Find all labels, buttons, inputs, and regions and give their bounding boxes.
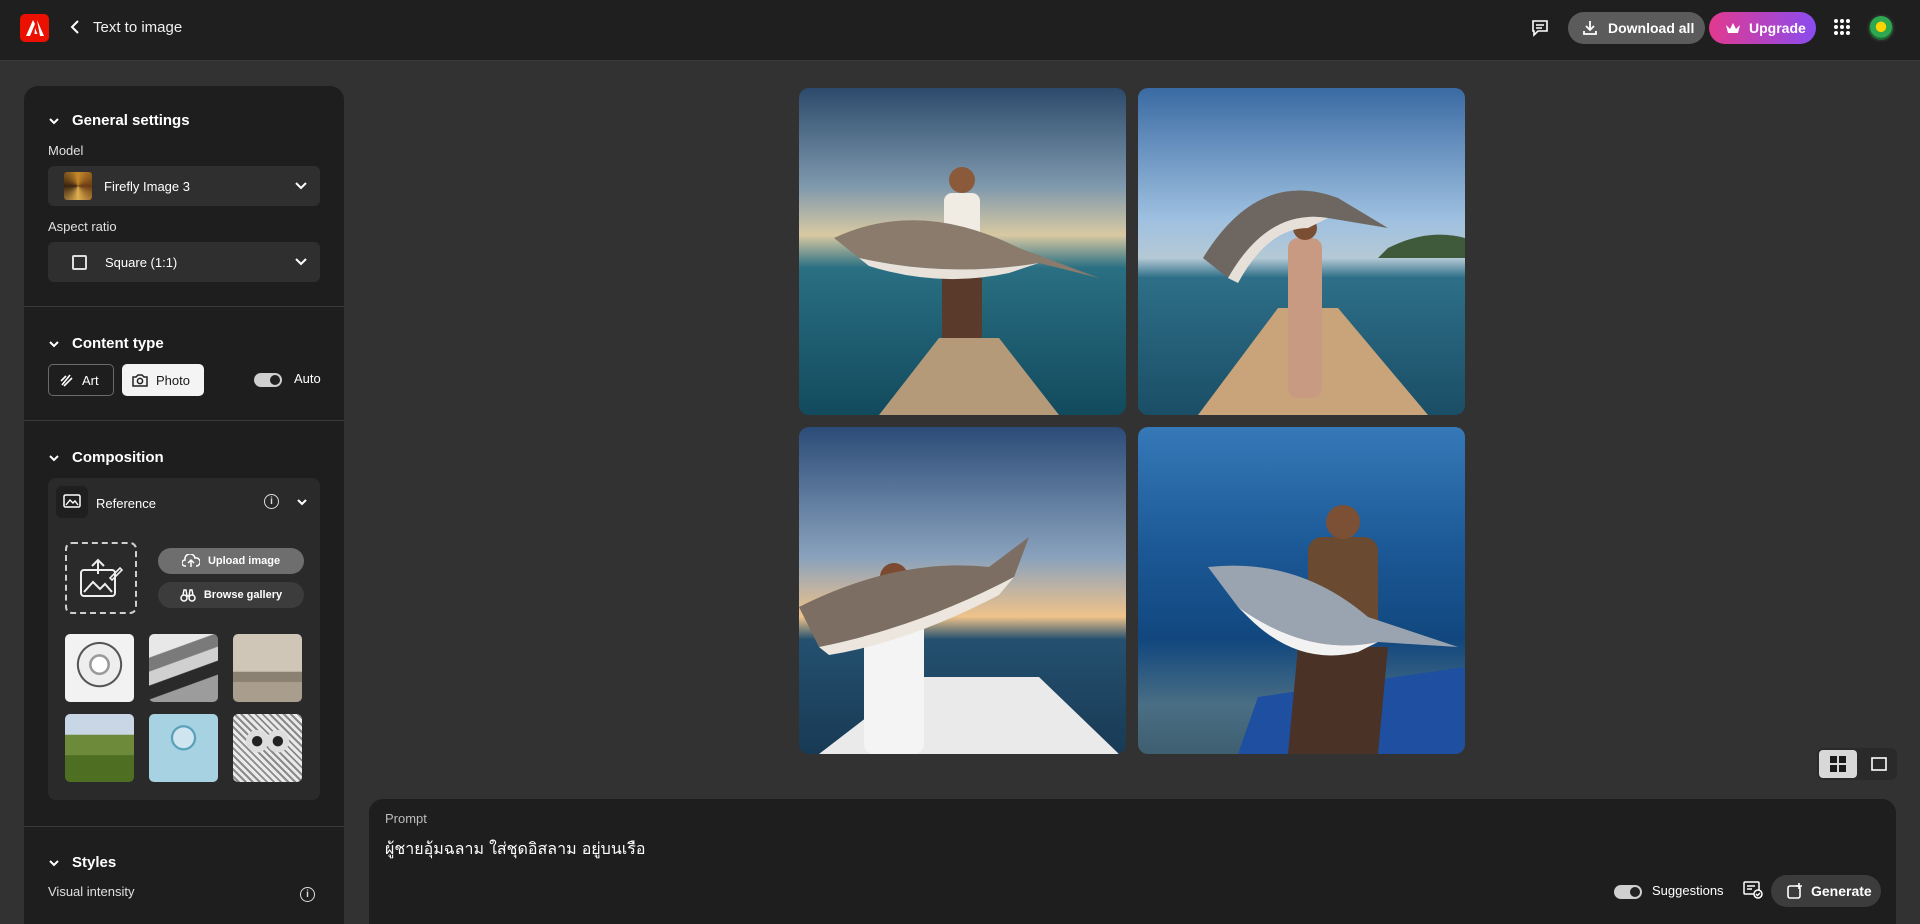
general-settings-heading: General settings [72, 112, 190, 129]
aspect-ratio-label: Aspect ratio [48, 219, 117, 234]
model-select[interactable]: Firefly Image 3 [48, 166, 320, 206]
info-icon[interactable]: i [300, 887, 315, 902]
generated-image-2[interactable] [1138, 88, 1465, 415]
back-chevron-icon[interactable] [66, 17, 84, 37]
single-view-button[interactable] [1865, 750, 1893, 778]
info-icon[interactable]: i [264, 494, 279, 509]
single-view-icon [1871, 757, 1887, 771]
photo-button[interactable]: Photo [122, 364, 204, 396]
model-value: Firefly Image 3 [104, 178, 190, 194]
user-avatar[interactable] [1867, 14, 1895, 42]
model-label: Model [48, 143, 84, 158]
feedback-icon[interactable] [1528, 16, 1552, 40]
upload-image-button[interactable]: Upload image [158, 548, 304, 574]
reference-image-icon [56, 486, 88, 518]
generated-image-1[interactable] [799, 88, 1126, 415]
view-mode-toggle [1817, 748, 1897, 780]
man-on-boat-illustration [1198, 190, 1465, 415]
man-with-shark-sunset-illustration [799, 537, 1119, 754]
square-icon [72, 254, 87, 270]
chevron-down-icon [295, 182, 307, 190]
apps-grid-icon[interactable] [1833, 18, 1853, 38]
browse-gallery-button[interactable]: Browse gallery [158, 582, 304, 608]
generated-image-3[interactable] [799, 427, 1126, 754]
chevron-down-icon [49, 859, 59, 866]
binoculars-icon [180, 589, 196, 602]
section-divider [24, 826, 344, 827]
generated-image-4[interactable] [1138, 427, 1465, 754]
auto-label: Auto [294, 371, 321, 386]
art-button[interactable]: Art [48, 364, 114, 396]
grid-view-icon [1830, 756, 1846, 772]
generate-label: Generate [1811, 883, 1872, 899]
art-label: Art [82, 372, 99, 388]
visual-intensity-label: Visual intensity [48, 884, 135, 899]
reference-thumb-bird[interactable] [65, 634, 134, 702]
reference-thumb-road[interactable] [65, 714, 134, 782]
man-with-shark-underwater-illustration [1208, 505, 1465, 754]
cloud-upload-icon [181, 554, 200, 567]
composition-heading: Composition [72, 449, 164, 466]
browse-gallery-label: Browse gallery [203, 589, 283, 601]
model-thumbnail [64, 172, 92, 200]
section-divider [24, 306, 344, 307]
reference-label: Reference [96, 496, 156, 511]
upload-image-label: Upload image [207, 555, 281, 567]
settings-panel: General settings Model Firefly Image 3 A… [24, 86, 344, 924]
download-all-button[interactable]: Download all [1568, 12, 1705, 44]
camera-icon [132, 374, 148, 387]
download-icon [1583, 21, 1597, 35]
prompt-input[interactable]: ผู้ชายอุ้มฉลาม ใส่ชุดอิสลาม อยู่บนเรือ [385, 837, 645, 862]
general-settings-header[interactable]: General settings [48, 112, 190, 129]
prompt-label: Prompt [385, 811, 427, 826]
styles-heading: Styles [72, 854, 117, 871]
reference-thumb-landscape[interactable] [149, 634, 218, 702]
download-all-label: Download all [1608, 20, 1695, 36]
adobe-logo-icon[interactable] [20, 14, 49, 42]
chevron-down-icon [295, 258, 307, 266]
composition-header[interactable]: Composition [48, 449, 164, 466]
chevron-down-icon [49, 340, 59, 347]
aspect-ratio-value: Square (1:1) [105, 254, 178, 270]
reference-thumb-owl[interactable] [233, 714, 302, 782]
man-holding-shark-illustration [834, 167, 1099, 415]
chevron-down-icon [49, 117, 59, 124]
content-type-heading: Content type [72, 335, 164, 352]
brush-icon [60, 374, 73, 387]
reference-upload-dropzone[interactable] [65, 542, 137, 614]
suggestions-toggle[interactable] [1614, 885, 1642, 899]
grid-view-button[interactable] [1819, 750, 1857, 778]
chevron-down-icon[interactable] [296, 496, 308, 508]
auto-toggle[interactable] [254, 373, 282, 387]
styles-header[interactable]: Styles [48, 854, 116, 871]
top-bar: Text to image Download all Upgrade [0, 0, 1920, 61]
chevron-down-icon [49, 454, 59, 461]
section-divider [24, 420, 344, 421]
crown-icon [1726, 23, 1740, 33]
reference-thumb-interior[interactable] [233, 634, 302, 702]
upgrade-label: Upgrade [1749, 20, 1806, 36]
photo-label: Photo [156, 372, 190, 388]
content-credentials-icon[interactable] [1743, 881, 1763, 899]
upload-image-icon [80, 558, 124, 597]
reference-thumb-sphere[interactable] [149, 714, 218, 782]
content-type-header[interactable]: Content type [48, 335, 164, 352]
prompt-panel: Prompt ผู้ชายอุ้มฉลาม ใส่ชุดอิสลาม อยู่บ… [369, 799, 1896, 924]
reference-card: Reference i Upload image Browse gallery [48, 478, 320, 800]
generate-sparkle-icon [1787, 883, 1802, 899]
page-title: Text to image [93, 19, 183, 36]
upgrade-button[interactable]: Upgrade [1709, 12, 1816, 44]
suggestions-label: Suggestions [1652, 883, 1724, 898]
aspect-ratio-select[interactable]: Square (1:1) [48, 242, 320, 282]
generate-button[interactable]: Generate [1771, 875, 1881, 907]
